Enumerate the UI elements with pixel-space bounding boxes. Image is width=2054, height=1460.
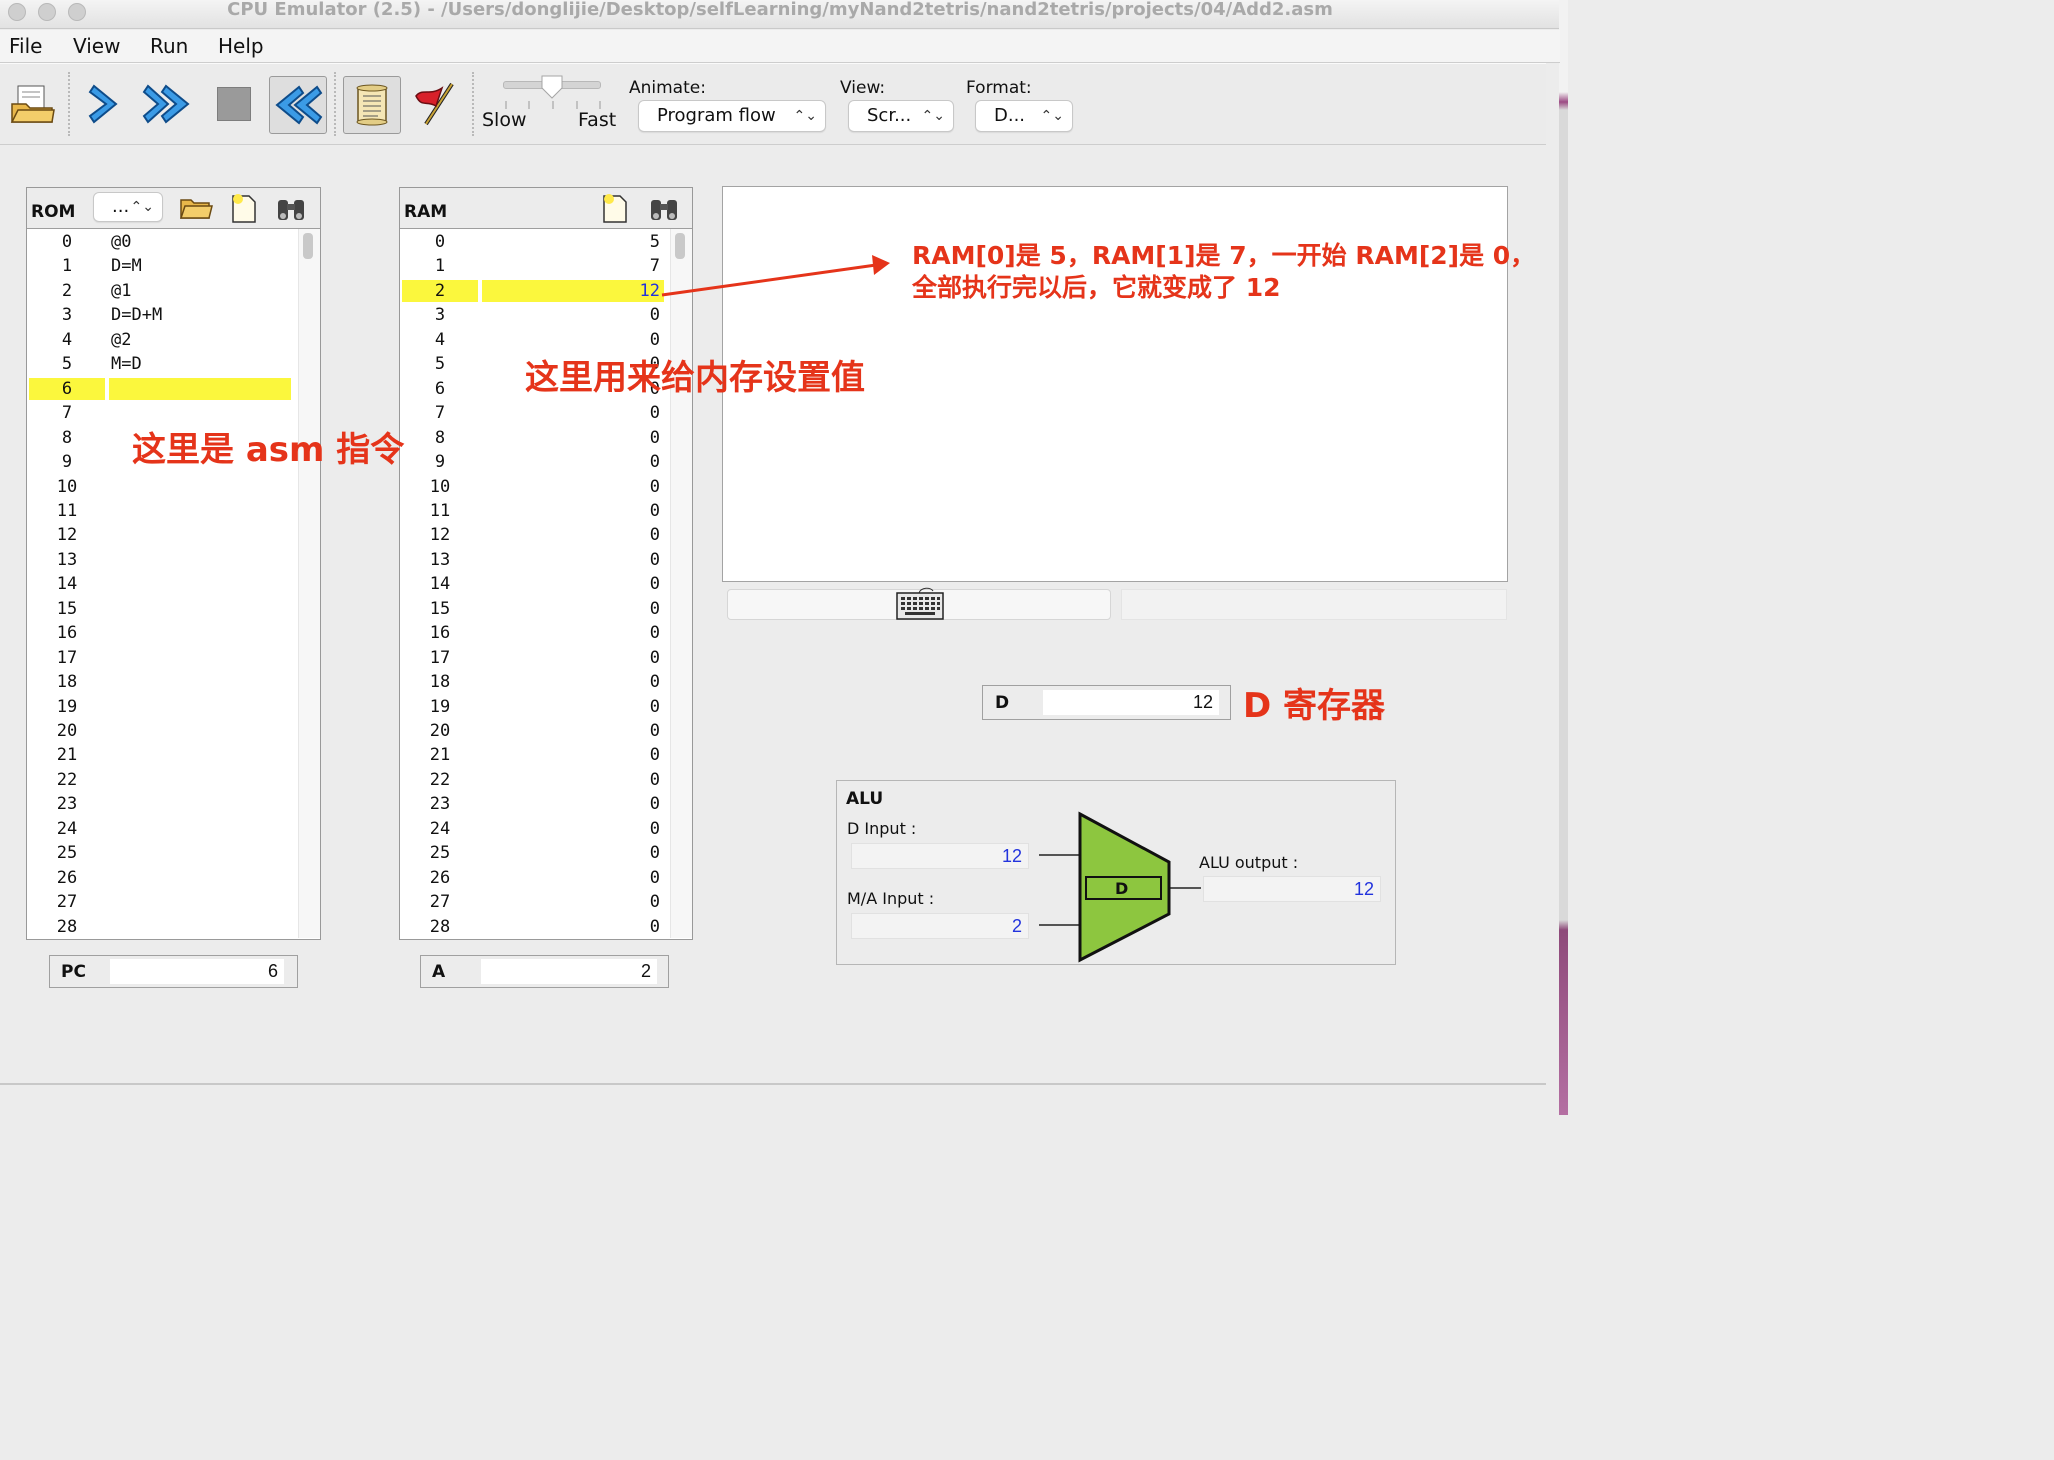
annotation-ram-result-line1: RAM[0]是 5，RAM[1]是 7，一开始 RAM[2]是 0， xyxy=(912,241,1536,270)
annotation-ram-result-line2: 全部执行完以后，它就变成了 12 xyxy=(912,273,1281,302)
annotation-asm: 这里是 asm 指令 xyxy=(132,430,405,470)
annotation-ram-set: 这里用来给内存设置值 xyxy=(525,358,865,398)
annotation-arrow xyxy=(661,255,890,297)
annotation-d-register: D 寄存器 xyxy=(1243,686,1386,726)
